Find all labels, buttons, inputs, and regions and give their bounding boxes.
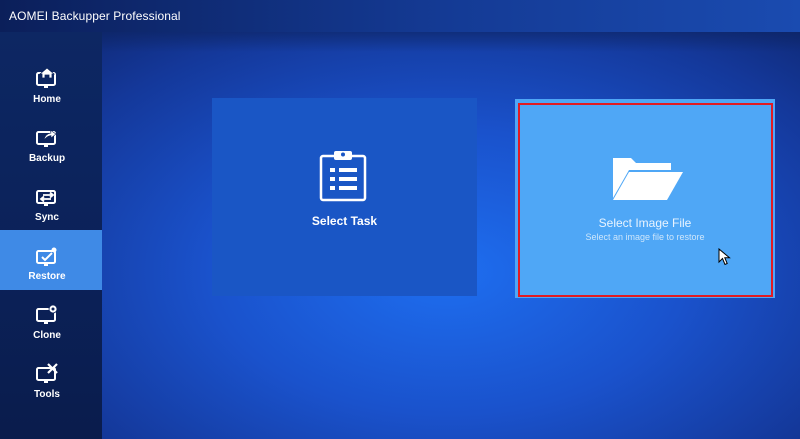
home-icon [34, 66, 60, 92]
sidebar-item-label: Home [33, 94, 61, 105]
card-title: Select Task [311, 214, 378, 228]
clipboard-list-icon [316, 150, 370, 202]
mouse-pointer-icon [718, 248, 732, 266]
sidebar-item-backup[interactable]: Backup [0, 123, 102, 181]
title-bar: AOMEI Backupper Professional [0, 0, 800, 32]
sync-icon [34, 184, 60, 210]
main-panel-shade [102, 32, 800, 52]
tools-icon [34, 361, 60, 387]
window-title: AOMEI Backupper Professional [9, 9, 181, 23]
selection-highlight [518, 103, 773, 297]
sidebar-item-label: Tools [34, 389, 60, 400]
clone-icon [34, 302, 60, 328]
sidebar-item-clone[interactable]: Clone [0, 300, 102, 358]
sidebar-item-label: Clone [33, 330, 61, 341]
sidebar-item-label: Restore [28, 271, 66, 282]
sidebar: Home Backup Sync Restore Clone Tools [0, 32, 102, 439]
sidebar-item-tools[interactable]: Tools [0, 359, 102, 417]
sidebar-item-home[interactable]: Home [0, 64, 102, 122]
restore-icon [34, 244, 60, 270]
app-window: AOMEI Backupper Professional Home Backup… [0, 0, 800, 439]
sidebar-item-restore[interactable]: Restore [0, 230, 102, 290]
select-task-card[interactable]: Select Task [212, 98, 477, 296]
backup-icon [34, 125, 60, 151]
sidebar-item-label: Sync [35, 212, 59, 223]
sidebar-item-label: Backup [28, 153, 66, 164]
